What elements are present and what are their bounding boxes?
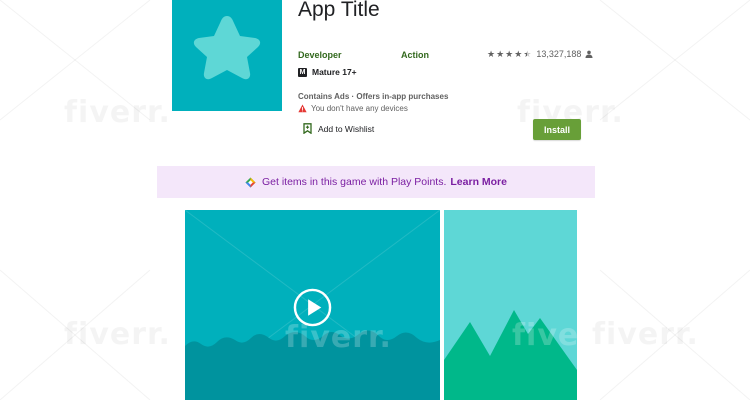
warning-icon [298,104,307,113]
play-points-message: Get items in this game with Play Points. [261,176,447,188]
genre-link[interactable]: Action [401,50,429,60]
play-points-icon [245,176,256,188]
watermark-text: fiverr. [285,320,392,355]
rating: ★ ★ ★ ★ ★ 13,327,188 [487,48,593,60]
star-icon: ★ [487,48,496,59]
add-to-wishlist-button[interactable]: Add to Wishlist [303,123,374,134]
video-screenshot[interactable]: fiverr. [185,210,440,400]
app-icon [172,0,282,111]
star-icon: ★ [514,48,523,59]
person-icon [585,50,593,58]
developer-link[interactable]: Developer [298,50,342,60]
rating-count: 13,327,188 [536,49,582,59]
play-points-banner: Get items in this game with Play Points.… [157,166,595,198]
star-icon [193,16,261,80]
mature-badge-icon: M [298,67,307,77]
device-warning-text: You don't have any devices [311,104,408,113]
half-star-icon: ★ [523,48,532,59]
install-button[interactable]: Install [533,119,581,140]
watermark-text: fiverr. [592,317,699,352]
content-rating-label: Mature 17+ [312,67,357,77]
wishlist-label: Add to Wishlist [318,123,375,134]
watermark-text: fiverr. [64,95,171,130]
learn-more-link[interactable]: Learn More [450,176,507,188]
bookmark-icon [303,123,312,134]
watermark-text: fiverr. [512,318,577,353]
mountain-artwork [444,310,577,400]
watermark-text: fiverr. [64,317,171,352]
app-title: App Title [298,0,380,21]
star-icon: ★ [496,48,505,59]
screenshot-thumbnail[interactable]: fiverr. [444,210,577,400]
device-warning: You don't have any devices [298,104,408,113]
content-rating: M Mature 17+ [298,67,357,77]
star-icon: ★ [505,48,514,59]
ads-info: Contains Ads · Offers in-app purchases [298,92,449,101]
